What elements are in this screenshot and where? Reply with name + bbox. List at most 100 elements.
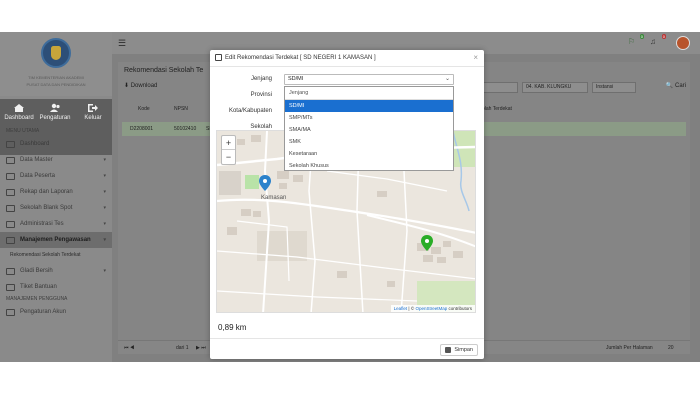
- logout-quick-button[interactable]: Keluar: [76, 103, 110, 121]
- chart-icon: [6, 188, 15, 196]
- osm-link[interactable]: OpenStreetMap: [415, 306, 447, 311]
- user-settings-icon: [6, 308, 15, 316]
- sidebar-item-gladi-bersih[interactable]: Gladi Bersih ▾: [0, 263, 112, 279]
- notification-count: 0: [639, 34, 644, 39]
- signal-icon: [6, 204, 15, 212]
- sidebar-item-tiket-bantuan[interactable]: Tiket Bantuan: [0, 279, 112, 295]
- zoom-control: + −: [221, 135, 236, 165]
- chevron-down-icon: ▾: [103, 268, 106, 274]
- cell-kode: D2208001: [130, 126, 154, 132]
- chevron-down-icon: ⌄: [444, 76, 450, 82]
- option-sekolah-khusus[interactable]: Sekolah Khusus: [285, 160, 453, 172]
- close-icon[interactable]: ×: [473, 53, 478, 62]
- filter-instansi[interactable]: Instansi: [592, 82, 636, 93]
- tut-wuri-logo: [41, 38, 71, 68]
- sidebar-item-label: Pengaturan Akun: [20, 309, 67, 315]
- attribution-tail: contributors: [448, 306, 472, 311]
- download-button[interactable]: ⬇ Download: [124, 82, 157, 89]
- cell-npsn: 50102410: [174, 126, 197, 132]
- sidebar-item-rekap-laporan[interactable]: Rekap dan Laporan ▾: [0, 184, 112, 200]
- column-header-npsn: NPSN: [174, 106, 188, 112]
- people-icon: [6, 172, 15, 180]
- filter-provinsi[interactable]: [478, 82, 518, 93]
- sidebar-subitem-rekomendasi[interactable]: Rekomendasi Sekolah Terdekat: [0, 248, 112, 262]
- dashboard-quick-button[interactable]: Dashboard: [2, 103, 36, 121]
- sidebar-item-label: Dashboard: [20, 141, 50, 147]
- download-label: Download: [130, 83, 158, 89]
- save-button[interactable]: Simpan: [440, 344, 478, 356]
- sidebar-item-label: Rekap dan Laporan: [20, 189, 73, 195]
- label-provinsi: Provinsi: [250, 92, 272, 98]
- distance-value: 0,89 km: [218, 323, 247, 332]
- chevron-down-icon: ▾: [103, 205, 106, 211]
- sidebar-item-label: Administrasi Tes: [20, 221, 64, 227]
- avatar[interactable]: [676, 36, 690, 50]
- modal-title-prefix: Edit Rekomendasi Terdekat: [225, 55, 299, 61]
- supervise-icon: [6, 236, 15, 244]
- pengaturan-quick-button[interactable]: Pengaturan: [38, 103, 72, 121]
- page-count: dari 1: [176, 345, 189, 351]
- menu-section-account: MANAJEMEN PENGGUNA: [6, 296, 68, 302]
- clipboard-icon: [6, 220, 15, 228]
- sidebar-item-pengaturan-akun[interactable]: Pengaturan Akun: [0, 304, 112, 320]
- edit-modal: Edit Rekomendasi Terdekat [ SD NEGERI 1 …: [210, 50, 484, 359]
- jenjang-dropdown: Jenjang SD/MI SMP/MTs SMA/MA SMK Kesetar…: [284, 86, 454, 171]
- monitor-icon: [6, 267, 15, 275]
- ticket-icon: [6, 283, 15, 291]
- save-label: Simpan: [454, 347, 473, 353]
- option-sd-mi[interactable]: SD/MI: [285, 100, 453, 112]
- sidebar-item-data-peserta[interactable]: Data Peserta ▾: [0, 168, 112, 184]
- sidebar-item-blank-spot[interactable]: Sekolah Blank Spot ▾: [0, 200, 112, 216]
- brand-line-1: TIM KEMENTERIAN AKADEMI: [28, 75, 84, 80]
- option-kesetaraan[interactable]: Kesetaraan: [285, 148, 453, 160]
- dashboard-icon: [6, 140, 15, 148]
- option-smk[interactable]: SMK: [285, 136, 453, 148]
- search-label: Cari: [674, 83, 686, 89]
- sidebar-item-manajemen-pengawasan[interactable]: Manajemen Pengawasan ▾: [0, 232, 112, 248]
- chevron-down-icon: ▾: [103, 189, 106, 195]
- sidebar-item-label: Data Master: [20, 157, 53, 163]
- option-jenjang[interactable]: Jenjang: [285, 87, 453, 100]
- logo-area: TIM KEMENTERIAN AKADEMI PUSAT DATA DAN P…: [0, 32, 112, 96]
- sidebar-item-label: Manajemen Pengawasan: [20, 237, 91, 243]
- sidebar-item-label: Sekolah Blank Spot: [20, 205, 73, 211]
- search-button[interactable]: 🔍 Cari: [666, 82, 686, 89]
- first-page-icon[interactable]: ⏮ ◀: [124, 345, 134, 351]
- map-place-label: Kamasan: [261, 195, 287, 201]
- sidebar-item-dashboard[interactable]: Dashboard: [0, 136, 112, 152]
- notification-icon[interactable]: ⚐ 0: [628, 34, 644, 47]
- quick-label: Keluar: [84, 115, 102, 121]
- app-window: TIM KEMENTERIAN AKADEMI PUSAT DATA DAN P…: [0, 32, 700, 362]
- sidebar: TIM KEMENTERIAN AKADEMI PUSAT DATA DAN P…: [0, 32, 112, 362]
- per-page-select[interactable]: 20: [668, 345, 674, 351]
- database-icon: [6, 156, 15, 164]
- logout-icon: [88, 104, 98, 112]
- leaflet-link[interactable]: Leaflet: [394, 306, 408, 311]
- zoom-out-button[interactable]: −: [222, 150, 235, 164]
- column-header-terdekat: olah Terdekat: [482, 106, 512, 112]
- column-header-kode: Kode: [138, 106, 150, 112]
- chevron-down-icon: ▾: [103, 221, 106, 227]
- bell-icon[interactable]: ♫ 0: [650, 34, 666, 47]
- filter-kabupaten[interactable]: 04. KAB. KLUNGKU: [522, 82, 588, 93]
- users-icon: [50, 103, 60, 112]
- label-kota: Kota/Kabupaten: [228, 108, 272, 114]
- edit-icon: [215, 54, 222, 61]
- menu-section-main: MENU UTAMA: [6, 128, 40, 134]
- sidebar-item-data-master[interactable]: Data Master ▾: [0, 152, 112, 168]
- home-icon: [14, 104, 24, 112]
- hamburger-menu-icon[interactable]: ☰: [118, 38, 126, 49]
- chevron-down-icon: ▾: [103, 173, 106, 179]
- chevron-down-icon: ▾: [103, 157, 106, 163]
- option-smp-mts[interactable]: SMP/MTs: [285, 112, 453, 124]
- next-page-icon[interactable]: ▶ ⏭: [196, 345, 206, 351]
- floppy-disk-icon: [445, 347, 452, 353]
- quick-label: Pengaturan: [39, 115, 71, 121]
- modal-title: Edit Rekomendasi Terdekat [ SD NEGERI 1 …: [225, 55, 376, 61]
- jenjang-select[interactable]: SD/MI ⌄: [284, 74, 454, 85]
- sidebar-item-administrasi-tes[interactable]: Administrasi Tes ▾: [0, 216, 112, 232]
- modal-header: Edit Rekomendasi Terdekat [ SD NEGERI 1 …: [210, 50, 484, 67]
- attribution-sep: | ©: [408, 306, 415, 311]
- option-sma-ma[interactable]: SMA/MA: [285, 124, 453, 136]
- zoom-in-button[interactable]: +: [222, 136, 235, 150]
